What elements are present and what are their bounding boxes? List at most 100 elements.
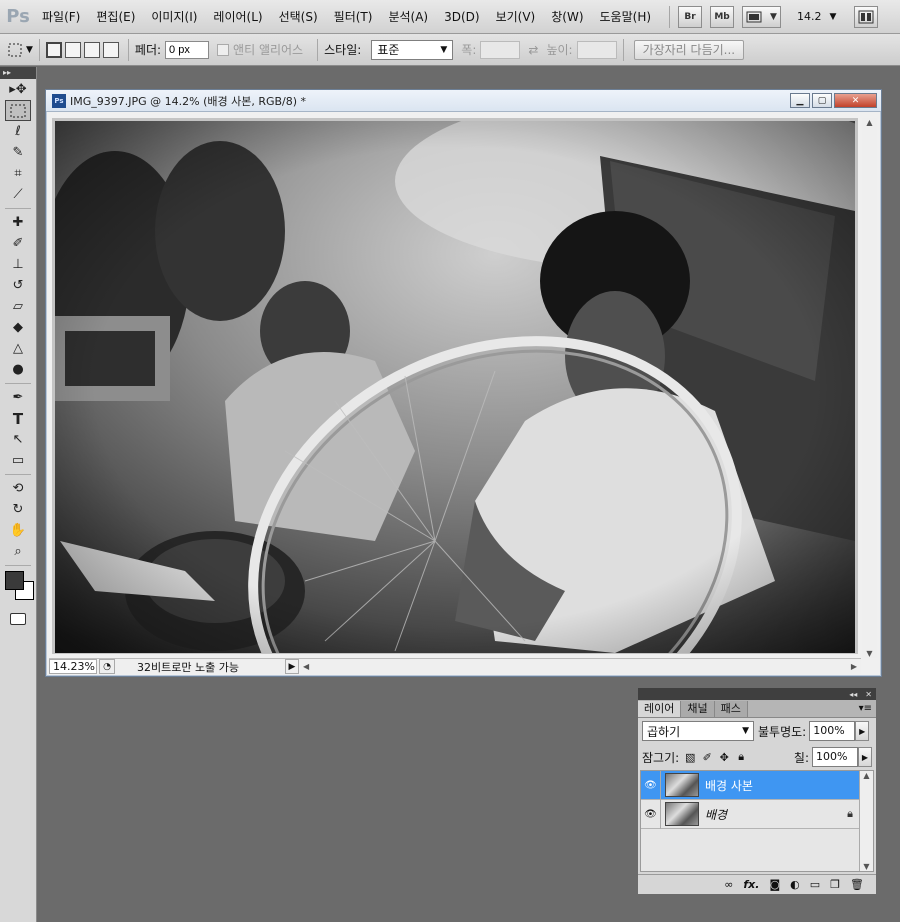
chevron-down-icon[interactable]: ▼ (26, 45, 33, 55)
scroll-up-icon[interactable]: ▲ (860, 771, 873, 780)
new-layer-icon[interactable]: ❐ (830, 878, 840, 891)
swap-icon[interactable]: ⇄ (528, 43, 538, 57)
opacity-slider-arrow-icon[interactable]: ▶ (855, 721, 870, 741)
chevron-down-icon[interactable]: ▼ (829, 12, 836, 22)
fill-input[interactable]: 100% (812, 747, 858, 767)
tools-panel-header[interactable]: ▸▸ (0, 67, 36, 79)
menu-analysis[interactable]: 분석(A) (382, 8, 434, 25)
healing-brush-tool-icon[interactable]: ✚ (5, 212, 31, 233)
new-group-icon[interactable]: ▭ (810, 878, 820, 891)
tab-channels[interactable]: 채널 (681, 701, 715, 717)
intersect-selection-button[interactable] (102, 41, 119, 58)
arrange-documents-button[interactable] (854, 5, 879, 28)
close-button[interactable]: ✕ (834, 93, 877, 108)
eyedropper-tool-icon[interactable]: ⟋ (5, 184, 31, 205)
menu-filter[interactable]: 필터(T) (328, 8, 379, 25)
vertical-scrollbar[interactable]: ▲ ▼ (862, 118, 877, 658)
subtract-from-selection-button[interactable] (83, 41, 100, 58)
add-to-selection-button[interactable] (64, 41, 81, 58)
menu-layer[interactable]: 레이어(L) (207, 8, 268, 25)
eye-icon[interactable]: 👁︎ (641, 770, 661, 800)
crop-tool-icon[interactable]: ⌗ (5, 163, 31, 184)
clone-stamp-tool-icon[interactable]: ⊥ (5, 254, 31, 275)
marquee-tool-icon[interactable] (5, 100, 31, 121)
minimize-button[interactable]: ▁ (790, 93, 810, 108)
brush-tool-icon[interactable]: ✐ (5, 233, 31, 254)
fx-icon[interactable]: fx. (743, 878, 759, 891)
menu-help[interactable]: 도움말(H) (594, 8, 658, 25)
menu-image[interactable]: 이미지(I) (145, 8, 203, 25)
eraser-tool-icon[interactable]: ▱ (5, 296, 31, 317)
panel-menu-icon[interactable]: ▾≡ (859, 701, 872, 717)
lock-position-icon[interactable]: ✥ (717, 750, 731, 764)
add-mask-icon[interactable]: ◙ (769, 878, 780, 891)
feather-input[interactable] (165, 40, 210, 59)
refine-edge-button[interactable]: 가장자리 다듬기... (633, 39, 745, 60)
scroll-down-icon[interactable]: ▼ (862, 649, 877, 658)
style-select[interactable]: 표준 ▼ (371, 39, 454, 60)
dodge-tool-icon[interactable]: ● (5, 359, 31, 380)
menu-file[interactable]: 파일(F) (36, 8, 86, 25)
collapse-icon[interactable]: ◂◂ (849, 690, 857, 699)
quick-selection-tool-icon[interactable]: ✎ (5, 142, 31, 163)
close-panel-icon[interactable]: ✕ (865, 690, 872, 699)
lock-all-icon[interactable]: 🔒︎ (734, 750, 748, 764)
width-label: 폭: (461, 43, 477, 57)
height-input[interactable] (576, 40, 617, 59)
menu-view[interactable]: 보기(V) (490, 8, 542, 25)
hand-tool-icon[interactable]: ✋ (5, 520, 31, 541)
history-brush-tool-icon[interactable]: ↺ (5, 275, 31, 296)
adjustment-layer-icon[interactable]: ◐ (790, 878, 800, 891)
link-layers-icon[interactable]: ∞ (724, 878, 733, 891)
zoom-level-display[interactable]: 14.2 (797, 10, 822, 23)
marquee-preset-icon[interactable] (6, 41, 24, 59)
maximize-button[interactable]: ▢ (812, 93, 832, 108)
zoom-tool-icon[interactable]: ⌕ (5, 541, 31, 562)
status-menu-arrow-icon[interactable]: ▶ (285, 659, 299, 674)
scroll-left-icon[interactable]: ◀ (303, 662, 309, 671)
tab-paths[interactable]: 패스 (714, 701, 748, 717)
lasso-tool-icon[interactable]: ℓ (5, 121, 31, 142)
move-tool-icon[interactable]: ▸✥ (5, 79, 31, 100)
3d-orbit-tool-icon[interactable]: ↻ (5, 499, 31, 520)
path-selection-tool-icon[interactable]: ↖ (5, 429, 31, 450)
eye-icon[interactable]: 👁︎ (641, 799, 661, 829)
status-zoom-field[interactable]: 14.23% (49, 659, 97, 674)
delete-layer-icon[interactable]: 🗑︎ (850, 878, 864, 891)
layer-item-background-copy[interactable]: 👁︎ 배경 사본 (641, 770, 873, 800)
blend-mode-select[interactable]: 곱하기 ▼ (642, 721, 754, 741)
new-selection-button[interactable] (45, 41, 62, 58)
shape-tool-icon[interactable]: ▭ (5, 450, 31, 471)
layer-list-scrollbar[interactable]: ▲ ▼ (859, 771, 873, 871)
screen-mode-button[interactable]: ▼ (742, 5, 781, 28)
3d-rotate-tool-icon[interactable]: ⟲ (5, 478, 31, 499)
lock-image-icon[interactable]: ✐ (700, 750, 714, 764)
mini-bridge-button[interactable]: Mb (710, 5, 735, 28)
menu-select[interactable]: 선택(S) (273, 8, 324, 25)
tab-layers[interactable]: 레이어 (638, 701, 682, 717)
quick-mask-button[interactable] (10, 613, 26, 625)
fill-slider-arrow-icon[interactable]: ▶ (858, 747, 872, 767)
canvas-area[interactable] (52, 118, 858, 654)
scroll-right-icon[interactable]: ▶ (851, 662, 857, 671)
lock-transparent-icon[interactable]: ▧ (683, 750, 697, 764)
opacity-input[interactable]: 100% (809, 721, 856, 741)
paint-bucket-tool-icon[interactable]: ◆ (5, 317, 31, 338)
blur-tool-icon[interactable]: △ (5, 338, 31, 359)
pen-tool-icon[interactable]: ✒ (5, 387, 31, 408)
menu-window[interactable]: 창(W) (545, 8, 589, 25)
status-info-icon[interactable]: ◔ (99, 659, 115, 674)
document-title-bar[interactable]: Ps IMG_9397.JPG @ 14.2% (배경 사본, RGB/8) *… (46, 90, 881, 112)
menu-3d[interactable]: 3D(D) (438, 10, 485, 24)
scroll-up-icon[interactable]: ▲ (862, 118, 877, 127)
horizontal-scrollbar[interactable]: ◀ ▶ (299, 659, 861, 674)
layer-item-background[interactable]: 👁︎ 배경 🔒︎ (641, 799, 873, 829)
antialias-checkbox[interactable] (217, 43, 230, 56)
foreground-color-swatch[interactable] (5, 571, 24, 590)
type-tool-icon[interactable]: T (5, 408, 31, 429)
menu-edit[interactable]: 편집(E) (90, 8, 141, 25)
scroll-down-icon[interactable]: ▼ (860, 862, 873, 871)
width-input[interactable] (480, 40, 521, 59)
bridge-button[interactable]: Br (678, 5, 703, 28)
layers-panel-header[interactable]: ◂◂ ✕ (638, 688, 876, 700)
